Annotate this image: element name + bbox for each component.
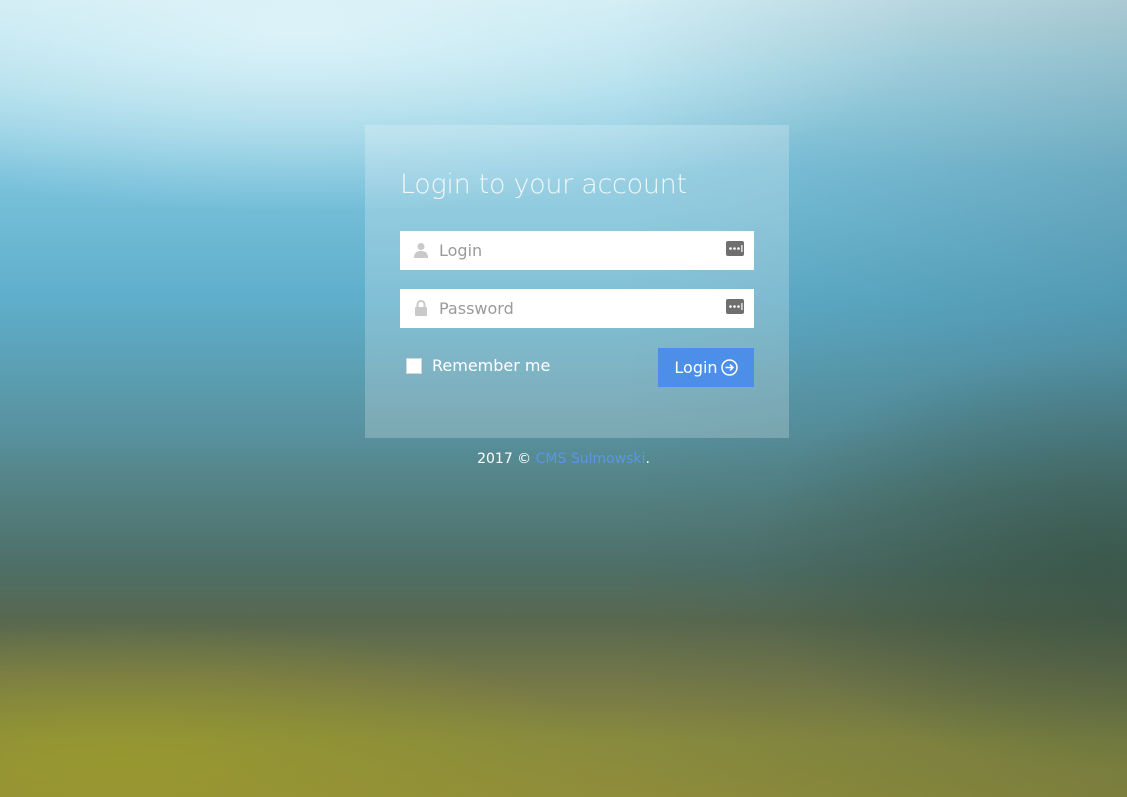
- password-field[interactable]: [400, 289, 754, 328]
- footer: 2017 © CMS Sulmowski.: [0, 451, 1127, 467]
- page-title: Login to your account: [400, 169, 687, 200]
- remember-me[interactable]: Remember me: [406, 356, 550, 375]
- lock-icon: [415, 300, 427, 316]
- footer-copyright: 2017 ©: [477, 451, 532, 467]
- login-panel: Login to your account Rem: [365, 125, 789, 438]
- circle-arrow-right-icon: [720, 359, 738, 376]
- password-manager-key-icon[interactable]: [726, 299, 744, 314]
- footer-suffix: .: [645, 451, 650, 467]
- password-manager-key-icon[interactable]: [726, 241, 744, 256]
- user-icon: [414, 243, 428, 258]
- remember-me-label[interactable]: Remember me: [432, 356, 550, 375]
- login-field[interactable]: [400, 231, 754, 270]
- remember-me-checkbox[interactable]: [406, 357, 422, 374]
- login-button-label: Login: [674, 358, 718, 377]
- login-input[interactable]: [439, 231, 709, 270]
- footer-link-cms[interactable]: CMS Sulmowski: [536, 451, 646, 467]
- password-input[interactable]: [439, 289, 709, 328]
- login-button[interactable]: Login: [658, 348, 754, 387]
